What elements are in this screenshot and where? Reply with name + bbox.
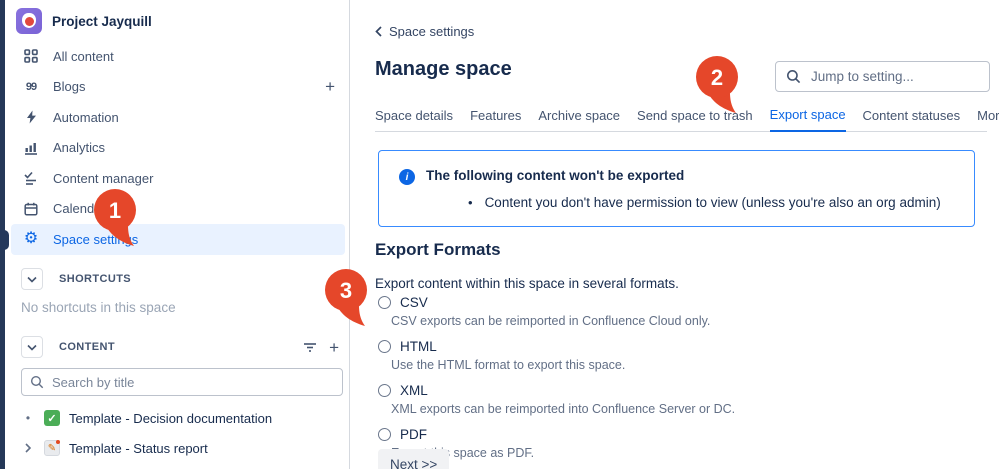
sidebar-item-label: Content manager [53, 170, 154, 186]
tab-features[interactable]: Features [470, 108, 521, 131]
info-panel-title: The following content won't be exported [426, 168, 685, 183]
collapse-shortcuts-button[interactable] [21, 268, 43, 290]
status-report-icon: ✎ [44, 440, 60, 456]
bar-chart-icon [22, 141, 40, 155]
jump-to-setting-input[interactable] [811, 69, 979, 84]
radio-button[interactable] [378, 295, 391, 309]
tab-archive-space[interactable]: Archive space [538, 108, 620, 131]
tab-content-statuses[interactable]: Content statuses [863, 108, 961, 131]
main-content: Space settings Manage space Space detail… [351, 0, 999, 469]
tree-item-label: Template - Status report [69, 440, 208, 456]
more-label: More [977, 108, 999, 123]
checklist-icon [22, 171, 40, 186]
lightning-icon [22, 110, 40, 124]
back-link-label: Space settings [389, 24, 475, 39]
info-panel-bullet-text: Content you don't have permission to vie… [484, 195, 941, 210]
export-formats-heading: Export Formats [375, 240, 501, 259]
chevron-right-icon[interactable] [21, 443, 35, 453]
export-info-panel: i The following content won't be exporte… [378, 150, 975, 227]
info-icon: i [399, 169, 415, 185]
sidebar-nav: All content 99 Blogs + Automation Analyt… [11, 41, 345, 255]
sidebar-item-label: Automation [53, 109, 119, 125]
sidebar-item-content-manager[interactable]: Content manager [11, 163, 345, 194]
decision-doc-icon: ✓ [44, 410, 60, 426]
add-blog-button[interactable]: + [325, 78, 335, 95]
annotation-step-3: 3 [323, 269, 373, 327]
jump-to-setting-search [775, 61, 990, 92]
html-radio-row[interactable]: HTML [378, 337, 735, 355]
tree-item-status-report[interactable]: ✎ Template - Status report [21, 437, 208, 459]
shortcuts-section-header: SHORTCUTS + [21, 268, 339, 290]
filter-icon[interactable] [303, 342, 317, 353]
sidebar-item-automation[interactable]: Automation [11, 102, 345, 133]
export-formats-description: Export content within this space in seve… [375, 276, 679, 291]
space-header[interactable]: Project Jayquill [16, 6, 152, 36]
sidebar-item-calendars[interactable]: Calendars [11, 194, 345, 225]
active-nav-indicator [0, 230, 9, 250]
tree-item-label: Template - Decision documentation [69, 410, 273, 426]
tab-export-space[interactable]: Export space [769, 107, 846, 132]
format-option-xml: XML XML exports can be reimported into C… [378, 381, 735, 416]
annotation-number: 1 [109, 198, 121, 223]
content-section-header: CONTENT + [21, 336, 339, 358]
format-label: CSV [400, 294, 428, 310]
search-icon [786, 69, 801, 84]
format-label: XML [400, 382, 428, 398]
back-to-space-settings-link[interactable]: Space settings [375, 24, 474, 39]
sidebar-item-all-content[interactable]: All content [11, 41, 345, 72]
settings-tabs: Space details Features Archive space Sen… [375, 105, 999, 132]
content-title: CONTENT [59, 341, 115, 353]
add-content-button[interactable]: + [329, 339, 339, 356]
annotation-step-2: 2 [694, 56, 744, 114]
tree-item-decision-doc[interactable]: • ✓ Template - Decision documentation [21, 407, 272, 429]
format-description: CSV exports can be reimported in Conflue… [391, 314, 711, 328]
sidebar-item-label: Analytics [53, 140, 106, 156]
sidebar-item-space-settings[interactable]: ⚙ Space settings [11, 224, 345, 255]
tabs-more-dropdown[interactable]: More [977, 108, 999, 131]
xml-radio-row[interactable]: XML [378, 381, 735, 399]
csv-radio-row[interactable]: CSV [378, 293, 735, 311]
format-description: Use the HTML format to export this space… [391, 358, 626, 372]
calendar-icon [22, 202, 40, 216]
annotation-step-1: 1 [92, 189, 142, 247]
sidebar-item-label: All content [53, 48, 114, 64]
collapse-content-button[interactable] [21, 336, 43, 358]
annotation-number: 3 [340, 278, 352, 303]
radio-button[interactable] [378, 339, 391, 353]
format-option-html: HTML Use the HTML format to export this … [378, 337, 735, 372]
search-icon [30, 375, 44, 389]
next-button[interactable]: Next >> [378, 449, 450, 469]
radio-button[interactable] [378, 383, 391, 397]
format-option-csv: CSV CSV exports can be reimported in Con… [378, 293, 735, 328]
gear-icon: ⚙ [23, 230, 39, 248]
page-title: Manage space [375, 58, 512, 80]
sidebar-item-analytics[interactable]: Analytics [11, 133, 345, 164]
bullet-glyph: • [468, 195, 473, 210]
grid-icon [22, 49, 40, 64]
sidebar-search [21, 368, 343, 396]
bullet-glyph: • [25, 411, 31, 425]
sidebar-item-label: Blogs [53, 79, 86, 95]
export-format-options: CSV CSV exports can be reimported in Con… [378, 293, 735, 469]
space-name: Project Jayquill [52, 13, 152, 29]
tab-space-details[interactable]: Space details [375, 108, 453, 131]
sidebar-item-blogs[interactable]: 99 Blogs + [11, 72, 345, 103]
annotation-number: 2 [711, 65, 723, 90]
confluence-space-settings-screen: Project Jayquill All content 99 Blogs + … [0, 0, 999, 469]
no-shortcuts-text: No shortcuts in this space [21, 300, 176, 315]
format-description: XML exports can be reimported into Confl… [391, 402, 736, 416]
format-label: HTML [400, 338, 437, 354]
radio-button[interactable] [378, 427, 391, 441]
sidebar: Project Jayquill All content 99 Blogs + … [5, 0, 350, 469]
shortcuts-title: SHORTCUTS [59, 273, 132, 285]
search-by-title-input[interactable] [52, 374, 334, 390]
format-label: PDF [400, 426, 427, 442]
chevron-left-icon [375, 26, 382, 37]
blogs-quote-icon: 99 [25, 80, 37, 93]
pdf-radio-row[interactable]: PDF [378, 425, 735, 443]
space-avatar-icon [16, 8, 42, 34]
